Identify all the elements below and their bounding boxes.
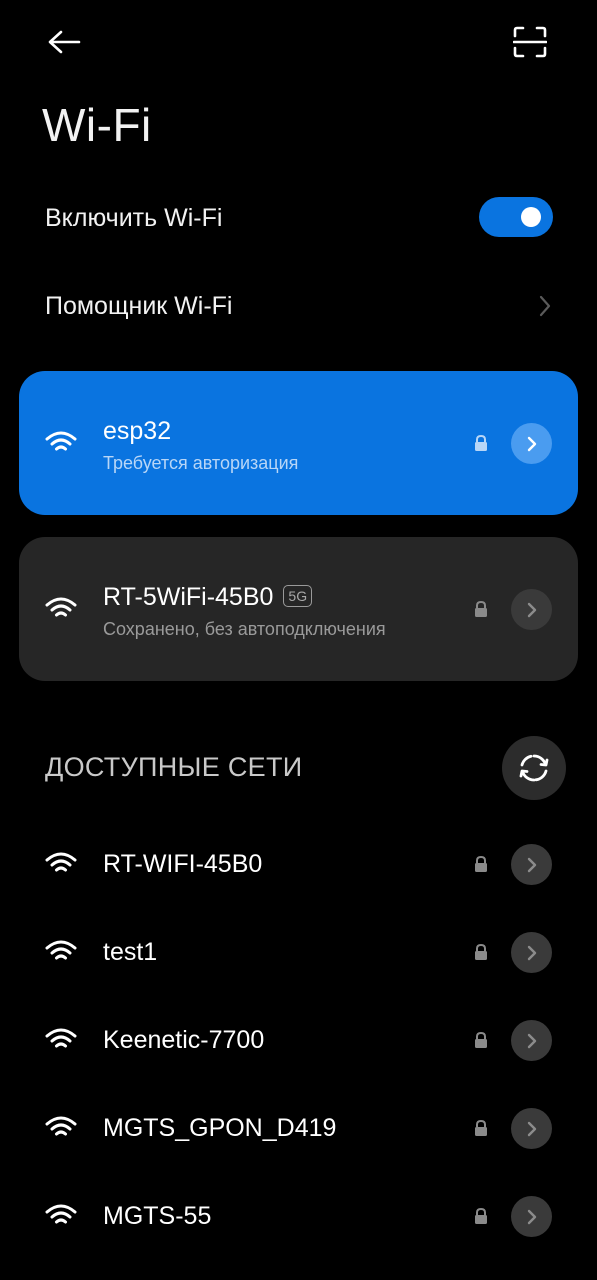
page-title: Wi-Fi (42, 99, 152, 151)
wifi-signal-icon (45, 940, 77, 960)
refresh-button[interactable] (502, 736, 566, 800)
chevron-right-icon (527, 1033, 536, 1048)
network-name: test1 (103, 938, 158, 966)
chevron-right-icon (527, 945, 536, 960)
wifi-signal-icon (45, 1116, 77, 1136)
back-button[interactable] (38, 22, 90, 62)
network-details-button[interactable] (511, 932, 552, 973)
network-name: Keenetic-7700 (103, 1026, 265, 1054)
band-badge: 5G (283, 585, 313, 607)
lock-icon (475, 434, 487, 451)
wifi-signal-icon (45, 852, 77, 872)
lock-icon (475, 1119, 487, 1136)
lock-icon (475, 1207, 487, 1224)
network-name-wrap: RT-5WiFi-45B0 5G (103, 583, 313, 612)
scan-qr-button[interactable] (506, 20, 554, 64)
wifi-signal-icon (45, 1028, 77, 1048)
network-status: Требуется авторизация (103, 453, 299, 473)
wifi-assistant-row[interactable]: Помощник Wi-Fi (0, 268, 597, 344)
chevron-right-icon (527, 1209, 536, 1224)
network-name: MGTS_GPON_D419 (103, 1114, 337, 1142)
network-name: MGTS-55 (103, 1202, 212, 1230)
refresh-icon (519, 754, 549, 782)
chevron-right-icon (527, 602, 536, 617)
network-details-button[interactable] (511, 423, 552, 464)
lock-icon (475, 943, 487, 960)
network-details-button[interactable] (511, 844, 552, 885)
network-list-item[interactable]: RT-WIFI-45B0 (0, 820, 597, 908)
wifi-signal-icon (45, 1204, 77, 1224)
network-name: RT-5WiFi-45B0 (103, 583, 274, 611)
network-list-item[interactable]: MGTS-55 (0, 1172, 597, 1260)
chevron-right-icon (527, 857, 536, 872)
network-details-button[interactable] (511, 1020, 552, 1061)
network-details-button[interactable] (511, 589, 552, 630)
network-card-rt-5wifi[interactable]: RT-5WiFi-45B0 5G Сохранено, без автоподкл… (19, 537, 578, 681)
network-list-item[interactable]: Keenetic-7700 (0, 996, 597, 1084)
lock-icon (475, 855, 487, 872)
arrow-left-icon (48, 30, 81, 54)
network-list-item[interactable]: test1 (0, 908, 597, 996)
network-name: RT-WIFI-45B0 (103, 850, 263, 878)
enable-wifi-label: Включить Wi-Fi (45, 204, 223, 232)
network-details-button[interactable] (511, 1196, 552, 1237)
wifi-signal-icon (45, 597, 77, 617)
network-card-esp32[interactable]: esp32 Требуется авторизация (19, 371, 578, 515)
qr-scan-icon (513, 26, 547, 58)
network-list-item[interactable]: MGTS_GPON_D419 (0, 1084, 597, 1172)
chevron-right-icon (527, 436, 536, 451)
wifi-assistant-label: Помощник Wi-Fi (45, 292, 233, 320)
lock-icon (475, 1031, 487, 1048)
network-status: Сохранено, без автоподключения (103, 619, 386, 639)
toggle-knob (521, 207, 541, 227)
available-networks-header: ДОСТУПНЫЕ СЕТИ (45, 752, 303, 782)
wifi-toggle[interactable] (479, 197, 553, 237)
wifi-signal-icon (45, 431, 77, 451)
network-details-button[interactable] (511, 1108, 552, 1149)
lock-icon (475, 600, 487, 617)
chevron-right-icon (527, 1121, 536, 1136)
chevron-right-icon (539, 295, 551, 317)
network-name: esp32 (103, 417, 172, 445)
